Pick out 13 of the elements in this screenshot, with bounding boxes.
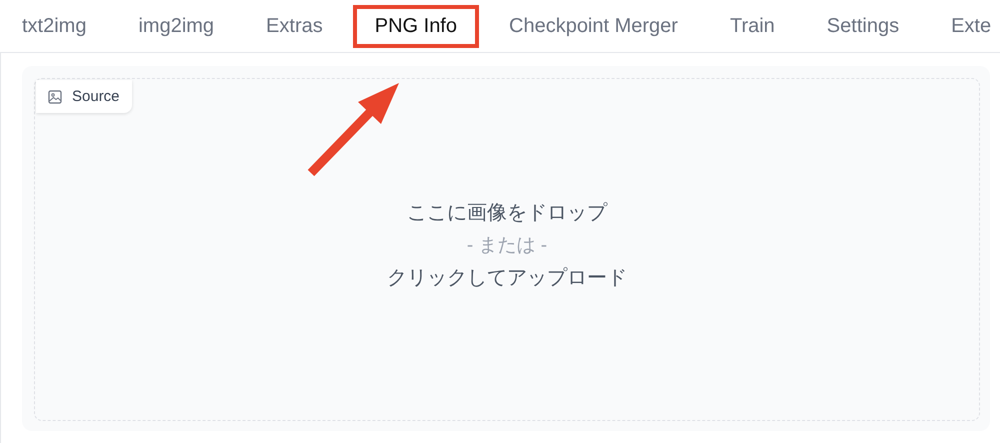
source-text: Source xyxy=(72,88,120,105)
tab[interactable]: img2img xyxy=(116,4,236,48)
tab[interactable]: Settings xyxy=(804,4,922,48)
image-icon xyxy=(48,90,62,104)
tab[interactable]: Extras xyxy=(244,4,345,48)
tab[interactable]: Exte xyxy=(929,4,1000,48)
tab[interactable]: txt2img xyxy=(0,4,108,48)
or-text: - または - xyxy=(466,234,548,258)
tab[interactable]: Checkpoint Merger xyxy=(487,4,700,48)
tab[interactable]: Train xyxy=(708,4,797,48)
upload-text: クリックしてアップロード xyxy=(387,266,627,290)
tab[interactable]: PNG Info xyxy=(352,4,479,48)
drop-text: ここに画像をドロップ xyxy=(407,200,607,226)
